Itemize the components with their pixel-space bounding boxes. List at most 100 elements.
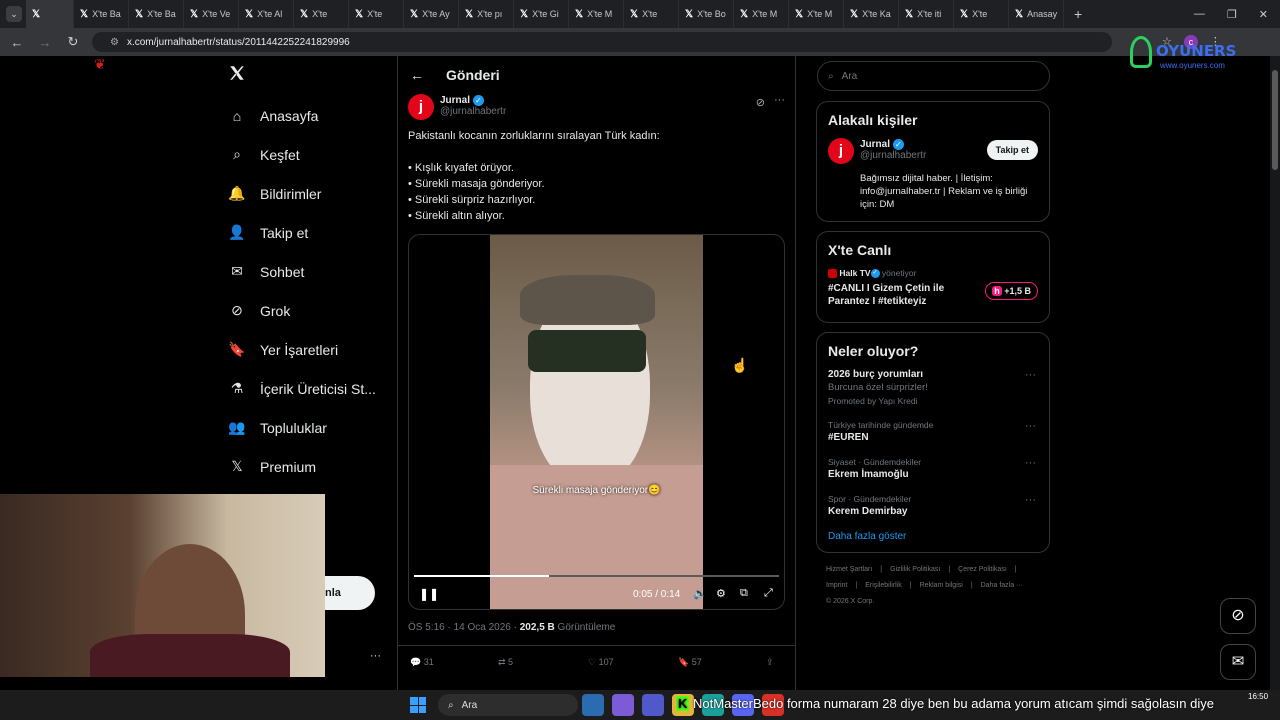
browser-tab[interactable]: 𝕏 X'te Ba [74, 0, 129, 28]
video-player[interactable]: Sürekli masaja gönderiyor😊 ❚❚ 0:05 / 0:1… [408, 234, 785, 610]
task-view-icon[interactable] [582, 694, 604, 716]
nav-item-follow[interactable]: 👤 Takip et [218, 213, 398, 252]
maximize-icon[interactable]: ❐ [1227, 8, 1237, 21]
browser-tab[interactable]: 𝕏 X'te M [734, 0, 789, 28]
live-listeners-badge[interactable]: h +1,5 B [985, 282, 1038, 301]
browser-tab[interactable]: 𝕏 X'te iti [899, 0, 954, 28]
window-controls[interactable]: — ❐ ✕ [1194, 8, 1280, 21]
teams-icon[interactable] [642, 694, 664, 716]
trend-item[interactable]: 2026 burç yorumları Burcuna özel sürprizl… [828, 369, 1038, 406]
browser-tab[interactable]: 𝕏 X'te Al [239, 0, 294, 28]
author-avatar[interactable]: j [408, 94, 434, 120]
trend-more-icon[interactable]: ··· [1025, 457, 1036, 469]
site-info-icon[interactable]: ⚙ [110, 37, 119, 48]
settings-icon[interactable]: ⚙ [716, 587, 726, 600]
minimize-icon[interactable]: — [1194, 8, 1205, 21]
related-name[interactable]: Jurnal [860, 139, 890, 150]
browser-tab[interactable]: 𝕏 [26, 0, 74, 28]
grok-icon[interactable]: ⊘ [756, 96, 765, 109]
like-button[interactable]: ♡ 107 [588, 657, 678, 668]
live-item[interactable]: #CANLI I Gizem Çetin ile Parantez I #tet… [828, 282, 1038, 312]
trend-item[interactable]: Türkiye tarihinde gündemde #EUREN ··· [828, 420, 1038, 443]
nav-item-premium[interactable]: 𝕏 Premium [218, 447, 398, 486]
nav-item-communities[interactable]: 👥 Topluluklar [218, 408, 398, 447]
browser-tab[interactable]: 𝕏 X'te M [789, 0, 844, 28]
tab-search-button[interactable]: ⌄ [6, 6, 22, 22]
bookmarks-icon: 🔖 [228, 341, 246, 357]
new-tab-button[interactable]: + [1074, 6, 1082, 22]
author-handle[interactable]: @jurnalhabertr [440, 106, 506, 117]
browser-tab[interactable]: 𝕏 X'te Ay [404, 0, 459, 28]
forward-icon[interactable]: → [36, 33, 54, 51]
footer-link[interactable]: Hizmet Şartları [826, 566, 872, 573]
copilot-icon[interactable] [612, 694, 634, 716]
browser-tab[interactable]: 𝕏 X'te Ve [184, 0, 239, 28]
footer-link[interactable]: Çerez Politikası [958, 566, 1007, 573]
verified-badge-icon: ✓ [870, 269, 880, 279]
trend-item[interactable]: Spor · Gündemdekiler Kerem Demirbay ··· [828, 494, 1038, 517]
trend-sub: Burcuna özel sürprizler! [828, 382, 928, 394]
nav-item-bookmarks[interactable]: 🔖 Yer İşaretleri [218, 330, 398, 369]
back-arrow-icon[interactable]: ← [410, 67, 424, 83]
trend-more-icon[interactable]: ··· [1025, 420, 1036, 432]
browser-tab[interactable]: 𝕏 X'te Ka [844, 0, 899, 28]
url-field[interactable]: ⚙ x.com/jurnalhabertr/status/20114422522… [92, 32, 1112, 52]
close-window-icon[interactable]: ✕ [1259, 8, 1268, 21]
page-scrollbar[interactable] [1270, 56, 1280, 690]
follow-button[interactable]: Takip et [986, 140, 1038, 160]
nav-item-explore[interactable]: ⌕ Keşfet [218, 135, 398, 174]
trend-more-icon[interactable]: ··· [1025, 494, 1036, 506]
related-handle[interactable]: @jurnalhabertr [860, 150, 926, 161]
footer-link[interactable]: Gizlilik Politikası [890, 566, 940, 573]
fullscreen-icon[interactable]: ⤢ [764, 587, 773, 600]
browser-tab[interactable]: 𝕏 X'te Bo [679, 0, 734, 28]
footer-link[interactable]: Reklam bilgisi [920, 582, 963, 589]
browser-tab[interactable]: 𝕏 X'te [624, 0, 679, 28]
footer-link[interactable]: Erişilebilirlik [865, 582, 902, 589]
x-logo-icon[interactable] [218, 56, 398, 96]
footer-link[interactable]: Imprint [826, 582, 847, 589]
browser-tab[interactable]: 𝕏 X'te Gi [514, 0, 569, 28]
nav-item-chat[interactable]: ✉ Sohbet [218, 252, 398, 291]
share-icon[interactable]: ⇪ [766, 657, 774, 668]
trend-item[interactable]: Siyaset · Gündemdekiler Ekrem İmamoğlu ··· [828, 457, 1038, 480]
x-favicon-icon: 𝕏 [740, 8, 749, 20]
browser-tab[interactable]: 𝕏 X'te [954, 0, 1009, 28]
tweet-timestamp[interactable]: ÖS 5:16 · 14 Oca 2026 · [408, 622, 520, 633]
back-icon[interactable]: ← [8, 33, 26, 51]
more-options-icon[interactable]: ··· [774, 94, 785, 106]
reply-button[interactable]: 💬 31 [410, 657, 498, 668]
nav-item-grok[interactable]: ⊘ Grok [218, 291, 398, 330]
post-button[interactable]: nla [325, 576, 375, 610]
trend-more-icon[interactable]: ··· [1025, 369, 1036, 381]
bookmark-button[interactable]: 🔖 57 [678, 657, 766, 668]
pause-icon[interactable]: ❚❚ [419, 587, 439, 601]
browser-tab[interactable]: 𝕏 X'te Ba [129, 0, 184, 28]
show-more-link[interactable]: Daha fazla göster [828, 531, 1038, 542]
search-box[interactable]: ⌕ Ara [817, 61, 1050, 91]
messages-floating-button[interactable]: ✉ [1220, 644, 1256, 680]
nav-item-notifications[interactable]: 🔔 Bildirimler [218, 174, 398, 213]
reload-icon[interactable]: ↻ [64, 33, 82, 51]
related-avatar[interactable]: j [828, 138, 854, 164]
grok-floating-button[interactable]: ⊘ [1220, 598, 1256, 634]
start-icon[interactable] [410, 697, 426, 713]
nav-item-home[interactable]: ⌂ Anasayfa [218, 96, 398, 135]
browser-tab[interactable]: 𝕏 X'te [349, 0, 404, 28]
pip-icon[interactable]: ⧉ [740, 587, 748, 600]
nav-item-creator-studio[interactable]: ⚗ İçerik Üreticisi St... [218, 369, 398, 408]
browser-tab[interactable]: 𝕏 X'te pı [459, 0, 514, 28]
volume-icon[interactable]: 🔈 [693, 587, 707, 600]
live-host[interactable]: Halk TV [839, 268, 870, 278]
author-name[interactable]: Jurnal [440, 95, 470, 106]
scrollbar-thumb[interactable] [1272, 70, 1278, 170]
repost-button[interactable]: ⇄ 5 [498, 657, 588, 668]
browser-tab[interactable]: 𝕏 Anasay [1009, 0, 1064, 28]
browser-tab[interactable]: 𝕏 X'te M [569, 0, 624, 28]
taskbar-search[interactable]: ⌕ Ara [438, 694, 578, 716]
browser-tab[interactable]: 𝕏 X'te [294, 0, 349, 28]
footer-link[interactable]: © 2026 X Corp. [826, 598, 874, 605]
account-more-icon[interactable]: ··· [370, 650, 381, 662]
video-progress-track[interactable] [414, 575, 779, 577]
footer-link[interactable]: Daha fazla ··· [981, 582, 1023, 589]
